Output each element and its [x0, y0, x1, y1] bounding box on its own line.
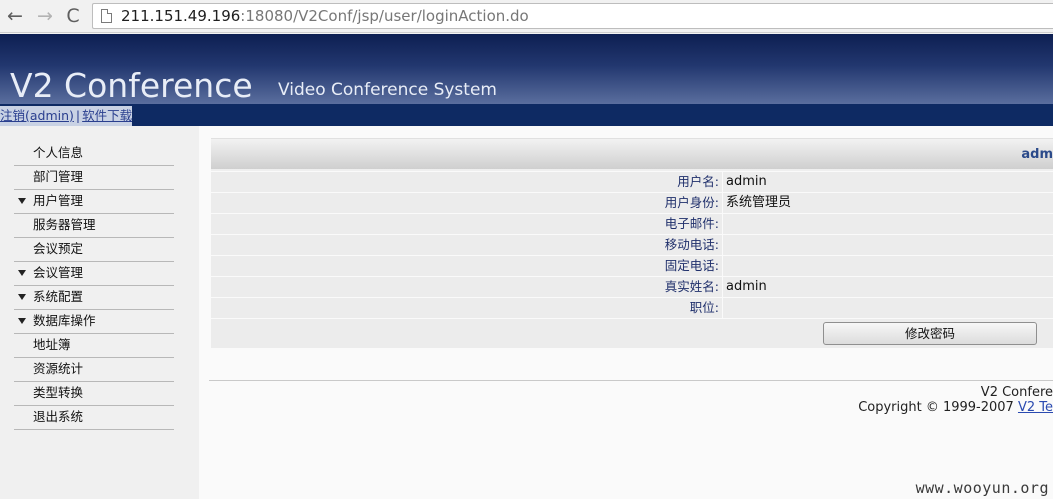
- top-links: 注销(admin) | 软件下载: [0, 106, 132, 126]
- sidebar-item-label: 会议预定: [33, 241, 84, 256]
- sidebar-item-label: 服务器管理: [33, 217, 96, 232]
- sidebar-item[interactable]: 地址簿: [14, 334, 174, 358]
- info-value: admin: [726, 279, 767, 294]
- info-label: 电子邮件:: [664, 216, 719, 231]
- info-value: 系统管理员: [726, 195, 792, 210]
- info-row: 移动电话:: [211, 234, 1053, 256]
- sidebar-item[interactable]: 会议管理: [14, 262, 174, 286]
- panel-header: adm: [211, 138, 1053, 169]
- info-label: 真实姓名:: [664, 279, 719, 294]
- sidebar-item[interactable]: 数据库操作: [14, 310, 174, 334]
- watermark: www.wooyun.org: [915, 479, 1049, 497]
- row-divider: [722, 214, 723, 235]
- row-divider: [722, 172, 723, 193]
- sidebar: 个人信息部门管理用户管理服务器管理会议预定会议管理系统配置数据库操作地址簿资源统…: [0, 126, 199, 499]
- logout-link[interactable]: 注销(admin): [0, 108, 74, 123]
- info-label: 固定电话:: [664, 258, 719, 273]
- sidebar-item[interactable]: 用户管理: [14, 190, 174, 214]
- caret-down-icon: [18, 270, 26, 276]
- row-divider: [722, 298, 723, 319]
- sidebar-item-label: 数据库操作: [33, 313, 96, 328]
- sidebar-item-label: 个人信息: [33, 145, 84, 160]
- sidebar-item[interactable]: 资源统计: [14, 358, 174, 382]
- footer-divider: [209, 380, 1053, 381]
- back-arrow-icon[interactable]: ←: [4, 5, 26, 27]
- info-row: 真实姓名: admin: [211, 276, 1053, 298]
- info-row: 用户身份: 系统管理员: [211, 192, 1053, 214]
- sidebar-menu: 个人信息部门管理用户管理服务器管理会议预定会议管理系统配置数据库操作地址簿资源统…: [14, 142, 174, 430]
- sidebar-item-label: 类型转换: [33, 385, 84, 400]
- sidebar-item[interactable]: 系统配置: [14, 286, 174, 310]
- sidebar-item-label: 资源统计: [33, 361, 84, 376]
- info-row: 固定电话:: [211, 255, 1053, 277]
- row-divider: [722, 277, 723, 298]
- link-separator: |: [75, 108, 81, 123]
- row-divider: [722, 256, 723, 277]
- sidebar-item-label: 系统配置: [33, 289, 84, 304]
- nav-strip: [0, 104, 1053, 126]
- url-host: 211.151.49.196: [121, 7, 241, 25]
- info-row: 职位:: [211, 297, 1053, 319]
- sidebar-item[interactable]: 退出系统: [14, 406, 174, 430]
- company-link[interactable]: V2 Te: [1018, 400, 1053, 415]
- info-label: 用户名:: [677, 174, 719, 189]
- sidebar-item[interactable]: 类型转换: [14, 382, 174, 406]
- software-download-link[interactable]: 软件下载: [82, 108, 132, 123]
- copyright-text: Copyright © 1999-2007: [858, 400, 1018, 415]
- url-path: :18080/V2Conf/jsp/user/loginAction.do: [240, 7, 529, 25]
- app-title: V2 Conference: [10, 66, 253, 105]
- change-password-button[interactable]: 修改密码: [823, 322, 1037, 345]
- sidebar-item-label: 用户管理: [33, 193, 84, 208]
- info-row: 电子邮件:: [211, 213, 1053, 235]
- info-label: 移动电话:: [664, 237, 719, 252]
- browser-toolbar: ← → C 211.151.49.196:18080/V2Conf/jsp/us…: [0, 0, 1053, 33]
- sidebar-item[interactable]: 部门管理: [14, 166, 174, 190]
- sidebar-item[interactable]: 会议预定: [14, 238, 174, 262]
- footer-copyright: Copyright © 1999-2007 V2 Te: [858, 400, 1053, 416]
- row-divider: [722, 235, 723, 256]
- info-value: admin: [726, 174, 767, 189]
- user-info-panel: adm 修改密码 用户名: admin 用户身份: 系统管理员 电子邮件: 移动电话: 固定…: [211, 138, 1053, 348]
- button-row: 修改密码: [211, 318, 1053, 348]
- caret-down-icon: [18, 318, 26, 324]
- header-banner: V2 Conference Video Conference System: [0, 34, 1053, 105]
- sidebar-item-label: 退出系统: [33, 409, 84, 424]
- caret-down-icon: [18, 294, 26, 300]
- sidebar-item-label: 地址簿: [33, 337, 71, 352]
- reload-icon[interactable]: C: [62, 5, 84, 27]
- sidebar-item[interactable]: 服务器管理: [14, 214, 174, 238]
- panel-header-title: adm: [1021, 147, 1053, 162]
- address-bar[interactable]: 211.151.49.196:18080/V2Conf/jsp/user/log…: [92, 3, 1053, 29]
- sidebar-item[interactable]: 个人信息: [14, 142, 174, 166]
- page-icon: [101, 9, 112, 23]
- sidebar-item-label: 会议管理: [33, 265, 84, 280]
- info-label: 职位:: [689, 300, 719, 315]
- forward-arrow-icon[interactable]: →: [34, 5, 56, 27]
- caret-down-icon: [18, 198, 26, 204]
- info-label: 用户身份:: [664, 195, 719, 210]
- row-divider: [722, 193, 723, 214]
- app-subtitle: Video Conference System: [278, 80, 497, 100]
- footer-product: V2 Confere: [980, 385, 1053, 400]
- url-text[interactable]: 211.151.49.196:18080/V2Conf/jsp/user/log…: [121, 7, 529, 25]
- main-content: adm 修改密码 用户名: admin 用户身份: 系统管理员 电子邮件: 移动电话: 固定…: [199, 126, 1053, 499]
- info-row: 用户名: admin: [211, 171, 1053, 193]
- sidebar-item-label: 部门管理: [33, 169, 84, 184]
